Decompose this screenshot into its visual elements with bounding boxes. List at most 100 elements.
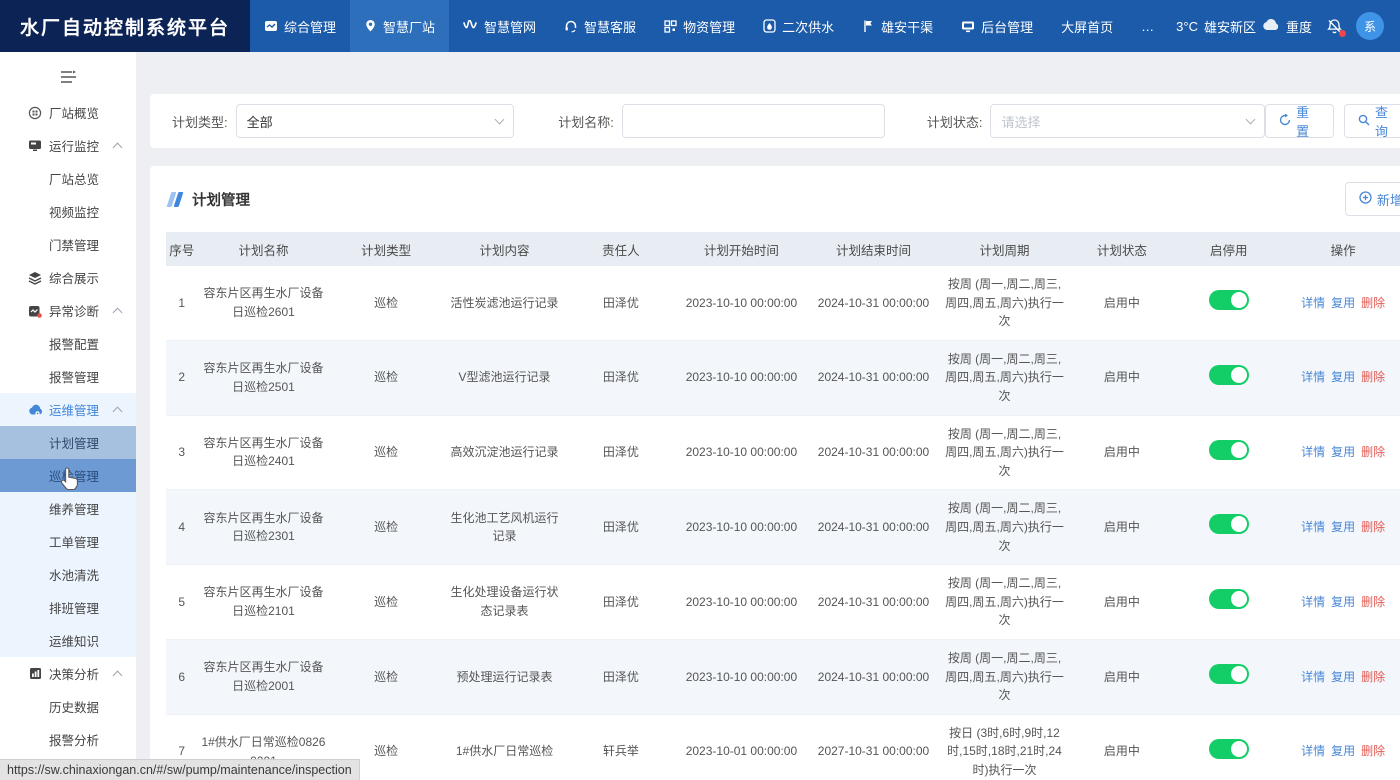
chevron-up-icon <box>113 142 123 152</box>
table-row: 5 容东片区再生水厂设备日巡检2101 巡检 生化处理设备运行状态记录表 田泽优… <box>166 565 1400 640</box>
sidebar-item-shift-management[interactable]: 排班管理 <box>0 591 136 624</box>
detail-link[interactable]: 详情 <box>1301 520 1325 534</box>
plan-name-label: 计划名称: <box>558 112 614 131</box>
delete-link[interactable]: 删除 <box>1361 370 1385 384</box>
sidebar-item-pool-cleaning[interactable]: 水池清洗 <box>0 558 136 591</box>
enable-toggle[interactable] <box>1209 664 1249 684</box>
sidebar-item-alarm-config[interactable]: 报警配置 <box>0 327 136 360</box>
reuse-link[interactable]: 复用 <box>1331 744 1355 758</box>
cell-enable <box>1174 266 1283 340</box>
nav-item-material-mgmt[interactable]: 物资管理 <box>650 0 749 52</box>
detail-link[interactable]: 详情 <box>1301 595 1325 609</box>
sidebar-item-plant-summary[interactable]: 厂站总览 <box>0 162 136 195</box>
cell-plan-content: 生化池工艺风机运行记录 <box>443 490 567 565</box>
col-owner: 责任人 <box>566 232 675 266</box>
enable-toggle[interactable] <box>1209 514 1249 534</box>
weather-temp: 3°C <box>1176 19 1198 34</box>
table-row: 6 容东片区再生水厂设备日巡检2001 巡检 预处理运行记录表 田泽优 2023… <box>166 639 1400 714</box>
nav-item-comprehensive-mgmt[interactable]: 综合管理 <box>250 0 350 52</box>
delete-link[interactable]: 删除 <box>1361 445 1385 459</box>
cell-plan-content: 预处理运行记录表 <box>443 639 567 714</box>
user-avatar[interactable]: 系 <box>1356 12 1384 40</box>
enable-toggle[interactable] <box>1209 290 1249 310</box>
cell-start-time: 2023-10-10 00:00:00 <box>675 639 807 714</box>
sidebar-item-anomaly-diagnosis[interactable]: 异常诊断 <box>0 294 136 327</box>
delete-link[interactable]: 删除 <box>1361 744 1385 758</box>
sidebar-item-alarm-analysis[interactable]: 报警分析 <box>0 723 136 756</box>
filter-bar: 计划类型: 全部 计划名称: 计划状态: 请选择 重置 <box>150 94 1400 148</box>
cell-plan-name: 容东片区再生水厂设备日巡检2401 <box>197 415 329 490</box>
sidebar-item-plant-overview[interactable]: 厂站概览 <box>0 96 136 129</box>
cell-end-time: 2024-10-31 00:00:00 <box>807 490 939 565</box>
reuse-link[interactable]: 复用 <box>1331 296 1355 310</box>
plan-status-select[interactable]: 请选择 <box>990 104 1265 138</box>
add-button[interactable]: 新增 <box>1345 182 1400 216</box>
delete-link[interactable]: 删除 <box>1361 296 1385 310</box>
sidebar-item-work-order[interactable]: 工单管理 <box>0 525 136 558</box>
cell-actions: 详情复用删除 <box>1283 266 1400 340</box>
cell-actions: 详情复用删除 <box>1283 340 1400 415</box>
nav-item-xiongan-canal[interactable]: 雄安干渠 <box>848 0 947 52</box>
reset-button[interactable]: 重置 <box>1265 104 1334 138</box>
reuse-link[interactable]: 复用 <box>1331 445 1355 459</box>
reuse-link[interactable]: 复用 <box>1331 520 1355 534</box>
circle-plus-icon <box>1359 191 1372 207</box>
weather-city: 雄安新区 <box>1204 17 1256 36</box>
nav-item-smart-service[interactable]: 智慧客服 <box>550 0 650 52</box>
layers-icon <box>28 271 42 285</box>
sidebar-item-plan-management[interactable]: 计划管理 <box>0 426 136 459</box>
sidebar-item-inspection-management[interactable]: 巡检管理 <box>0 459 136 492</box>
nav-item-smart-pipe-network[interactable]: 智慧管网 <box>449 0 550 52</box>
nav-item-backend-mgmt[interactable]: 后台管理 <box>947 0 1047 52</box>
search-button[interactable]: 查询 <box>1344 104 1400 138</box>
reuse-link[interactable]: 复用 <box>1331 595 1355 609</box>
sidebar-item-om-management[interactable]: 运维管理 <box>0 393 136 426</box>
sidebar-item-maintenance-management[interactable]: 维养管理 <box>0 492 136 525</box>
menu-collapse-icon[interactable] <box>0 58 136 96</box>
sidebar-item-video-monitoring[interactable]: 视频监控 <box>0 195 136 228</box>
sidebar-item-history-data[interactable]: 历史数据 <box>0 690 136 723</box>
delete-link[interactable]: 删除 <box>1361 670 1385 684</box>
plan-type-select[interactable]: 全部 <box>236 104 515 138</box>
plan-name-input[interactable] <box>622 104 885 138</box>
cell-period: 按周 (周一,周二,周三,周四,周五,周六)执行一次 <box>940 490 1070 565</box>
reuse-link[interactable]: 复用 <box>1331 370 1355 384</box>
nav-item-more[interactable]: … <box>1127 0 1168 52</box>
nav-item-smart-plant[interactable]: 智慧厂站 <box>350 0 449 52</box>
bell-muted-icon[interactable] <box>1324 16 1344 36</box>
cell-actions: 详情复用删除 <box>1283 565 1400 640</box>
cell-start-time: 2023-10-10 00:00:00 <box>675 415 807 490</box>
nav-item-secondary-water[interactable]: 二次供水 <box>749 0 848 52</box>
sidebar-item-decision-analysis[interactable]: 决策分析 <box>0 657 136 690</box>
detail-link[interactable]: 详情 <box>1301 670 1325 684</box>
enable-toggle[interactable] <box>1209 365 1249 385</box>
cell-plan-name: 容东片区再生水厂设备日巡检2101 <box>197 565 329 640</box>
chevron-up-icon <box>113 406 123 416</box>
col-plan-content: 计划内容 <box>443 232 567 266</box>
section-title: 计划管理 <box>168 189 250 210</box>
sidebar-item-om-knowledge[interactable]: 运维知识 <box>0 624 136 657</box>
delete-link[interactable]: 删除 <box>1361 520 1385 534</box>
sidebar-item-operation-monitoring[interactable]: 运行监控 <box>0 129 136 162</box>
detail-link[interactable]: 详情 <box>1301 296 1325 310</box>
sidebar-item-alarm-management[interactable]: 报警管理 <box>0 360 136 393</box>
delete-link[interactable]: 删除 <box>1361 595 1385 609</box>
cell-owner: 田泽优 <box>566 340 675 415</box>
enable-toggle[interactable] <box>1209 589 1249 609</box>
detail-link[interactable]: 详情 <box>1301 370 1325 384</box>
cell-status: 启用中 <box>1069 565 1174 640</box>
cell-enable <box>1174 340 1283 415</box>
sidebar-item-access-control[interactable]: 门禁管理 <box>0 228 136 261</box>
enable-toggle[interactable] <box>1209 440 1249 460</box>
sidebar: 厂站概览 运行监控 厂站总览 视频监控 门禁管理 综合展示 异常诊断 报警配置 … <box>0 52 136 780</box>
enable-toggle[interactable] <box>1209 739 1249 759</box>
section-title-icon <box>168 192 183 207</box>
cell-plan-name: 容东片区再生水厂设备日巡检2001 <box>197 639 329 714</box>
col-status: 计划状态 <box>1069 232 1174 266</box>
sidebar-item-comprehensive-display[interactable]: 综合展示 <box>0 261 136 294</box>
detail-link[interactable]: 详情 <box>1301 445 1325 459</box>
reuse-link[interactable]: 复用 <box>1331 670 1355 684</box>
nav-item-big-screen-home[interactable]: 大屏首页 <box>1047 0 1127 52</box>
cell-no: 4 <box>166 490 197 565</box>
detail-link[interactable]: 详情 <box>1301 744 1325 758</box>
